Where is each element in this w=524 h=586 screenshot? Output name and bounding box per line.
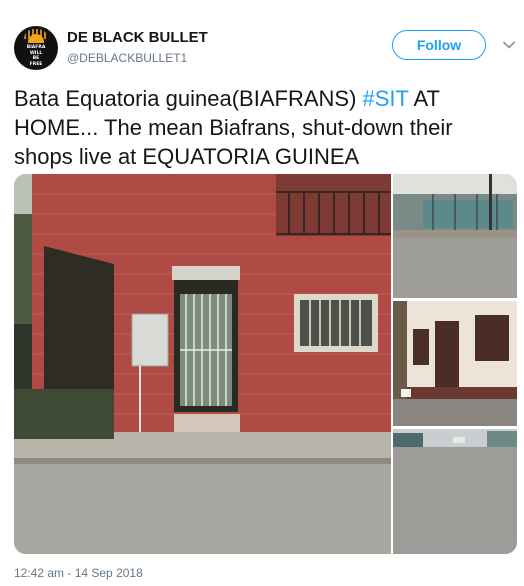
tweet-timestamp[interactable]: 12:42 am - 14 Sep 2018 (14, 566, 143, 580)
photo-red-building[interactable] (14, 174, 391, 554)
avatar[interactable]: BIAFRA WILL BE FREE (14, 26, 58, 70)
photo-deserted-road[interactable] (393, 429, 517, 554)
tweet-text: Bata Equatoria guinea(BIAFRANS) #SIT AT … (14, 86, 453, 169)
author-handle[interactable]: @DEBLACKBULLET1 (67, 51, 187, 65)
chevron-down-icon[interactable] (502, 38, 516, 52)
hashtag-link[interactable]: #SIT (363, 86, 409, 111)
tweet-header: BIAFRA WILL BE FREE DE BLACK BULLET @DEB… (14, 26, 516, 72)
media-grid (14, 174, 517, 554)
photo-empty-street[interactable] (393, 174, 517, 298)
photo-closed-shops[interactable] (393, 301, 517, 426)
avatar-motto: BIAFRA WILL BE FREE (26, 45, 46, 67)
follow-button[interactable]: Follow (392, 30, 486, 60)
author-name[interactable]: DE BLACK BULLET (67, 29, 208, 46)
rising-sun-icon (28, 34, 44, 43)
